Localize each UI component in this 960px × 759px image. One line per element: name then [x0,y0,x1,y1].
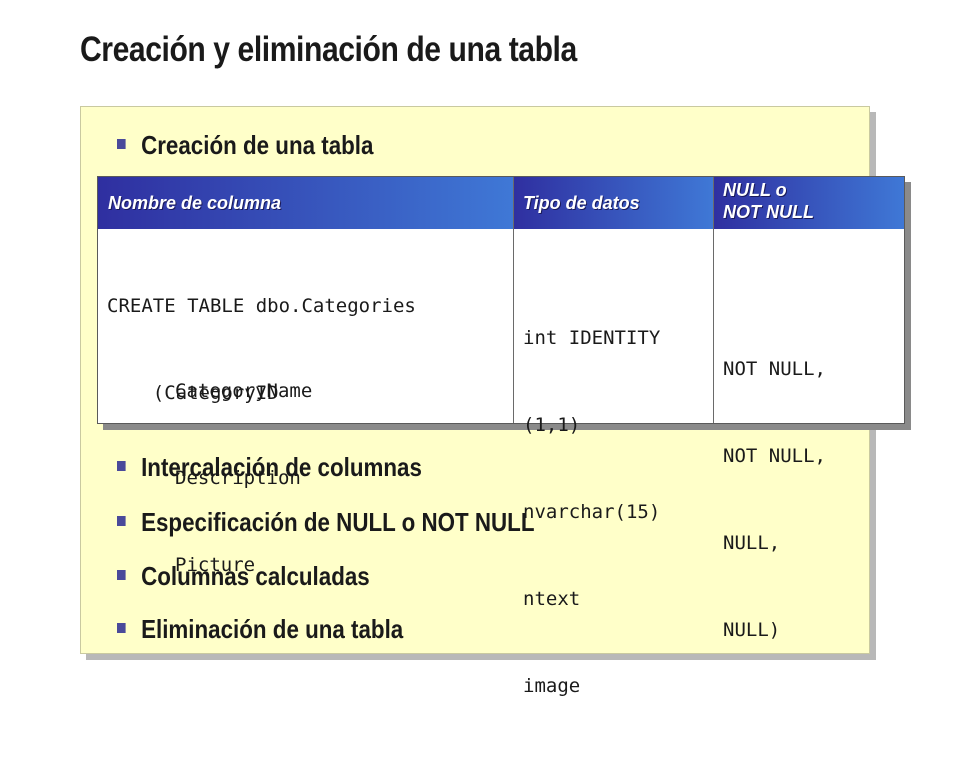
header-data-type: Tipo de datos [513,177,713,229]
code-line: image [523,675,581,697]
code-line: CategoryName [175,380,313,402]
header-label: Nombre de columna [108,193,282,213]
square-bullet-icon [117,461,126,472]
square-bullet-icon [117,516,126,527]
header-label: NOT NULL [723,202,814,222]
code-line: int IDENTITY [523,327,661,349]
code-line: NULL) [723,619,781,641]
bullet-item: Especificación de NULL o NOT NULL [117,507,535,538]
square-bullet-icon [117,623,126,634]
code-line: NULL, [723,532,781,554]
types-column: int IDENTITY (1,1) nvarchar(15) ntext im… [523,266,660,759]
code-line: ntext [523,588,581,610]
code-line: NOT NULL, [723,445,826,467]
header-nullability: NULL o NOT NULL [713,177,904,229]
column-definition-table: Nombre de columna Tipo de datos NULL o N… [97,176,905,697]
bullet-item: Columnas calculadas [117,561,370,592]
code-line: CREATE TABLE dbo.Categories [107,295,416,317]
code-line: NOT NULL, [723,358,826,380]
bullet-text: Intercalación de columnas [141,452,422,482]
bullet-item: Intercalación de columnas [117,452,422,483]
bullet-text: Especificación de NULL o NOT NULL [141,507,535,537]
bullet-text: Columnas calculadas [141,561,370,591]
slide-title: Creación y eliminación de una tabla [80,30,577,69]
square-bullet-icon [117,570,126,581]
header-label: NULL o [723,180,787,200]
bullet-item: Creación de una tabla [117,130,373,161]
bullet-text: Eliminación de una tabla [141,614,404,644]
code-line: (1,1) [523,414,581,436]
nulls-column: NOT NULL, NOT NULL, NULL, NULL) [723,297,826,703]
column-divider [713,177,714,423]
square-bullet-icon [117,139,126,150]
bullet-item: Eliminación de una tabla [117,614,403,645]
code-line: nvarchar(15) [523,501,661,523]
header-label: Tipo de datos [523,193,640,213]
header-column-name: Nombre de columna [98,177,513,229]
column-divider [513,177,514,423]
bullet-text: Creación de una tabla [141,130,374,160]
